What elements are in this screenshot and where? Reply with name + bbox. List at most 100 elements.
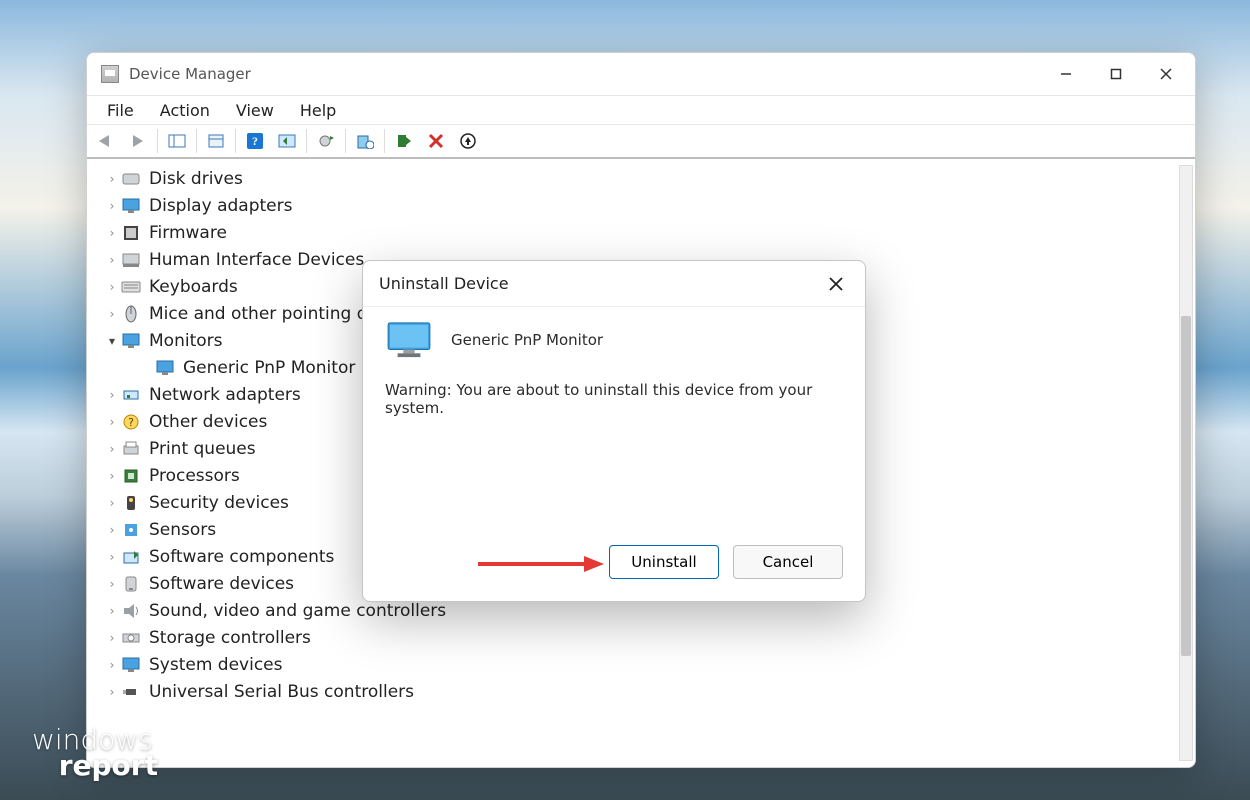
chevron-right-icon[interactable]: › [103, 469, 121, 483]
dialog-warning: Warning: You are about to uninstall this… [385, 381, 843, 417]
tree-label: Universal Serial Bus controllers [149, 682, 414, 702]
svg-text:?: ? [252, 134, 258, 148]
chevron-right-icon[interactable]: › [103, 604, 121, 618]
tree-label: Software components [149, 547, 334, 567]
menu-view[interactable]: View [224, 99, 286, 122]
category-icon [121, 493, 141, 513]
category-icon [121, 682, 141, 702]
category-icon [121, 196, 141, 216]
scrollbar[interactable] [1179, 165, 1193, 761]
scan-hardware-button[interactable] [455, 128, 481, 154]
tree-label: Print queues [149, 439, 256, 459]
tree-item[interactable]: › System devices [103, 651, 1195, 678]
category-icon [121, 655, 141, 675]
category-icon [121, 385, 141, 405]
tree-item[interactable]: › Universal Serial Bus controllers [103, 678, 1195, 705]
chevron-right-icon[interactable]: › [103, 658, 121, 672]
tree-label: Sensors [149, 520, 216, 540]
window-title: Device Manager [129, 65, 1041, 83]
disable-device-button[interactable] [423, 128, 449, 154]
chevron-right-icon[interactable]: › [103, 253, 121, 267]
chevron-right-icon[interactable]: › [103, 550, 121, 564]
category-icon [121, 520, 141, 540]
tree-label: Keyboards [149, 277, 238, 297]
category-icon [121, 466, 141, 486]
properties-button[interactable] [203, 128, 229, 154]
tree-label: Human Interface Devices [149, 250, 364, 270]
scrollbar-thumb[interactable] [1181, 316, 1191, 656]
uninstall-device-button[interactable] [352, 128, 378, 154]
uninstall-button[interactable]: Uninstall [609, 545, 719, 579]
category-icon [121, 601, 141, 621]
tree-label: Security devices [149, 493, 289, 513]
category-icon [121, 277, 141, 297]
tree-label: Network adapters [149, 385, 301, 405]
tree-label: Disk drives [149, 169, 243, 189]
dialog-close-button[interactable] [823, 271, 849, 297]
chevron-right-icon[interactable]: › [103, 280, 121, 294]
category-icon [121, 547, 141, 567]
scan-button[interactable] [274, 128, 300, 154]
tree-label: Sound, video and game controllers [149, 601, 446, 621]
tree-item[interactable]: › Display adapters [103, 192, 1195, 219]
tree-item[interactable]: › Storage controllers [103, 624, 1195, 651]
back-button[interactable] [93, 128, 119, 154]
chevron-right-icon[interactable]: › [103, 685, 121, 699]
chevron-right-icon[interactable]: › [103, 631, 121, 645]
chevron-right-icon[interactable]: › [103, 307, 121, 321]
chevron-right-icon[interactable]: › [103, 577, 121, 591]
cancel-button[interactable]: Cancel [733, 545, 843, 579]
tree-label: Other devices [149, 412, 267, 432]
chevron-right-icon[interactable]: › [103, 172, 121, 186]
monitor-icon [385, 321, 433, 359]
menubar: File Action View Help [87, 95, 1195, 125]
chevron-right-icon[interactable]: › [103, 226, 121, 240]
tree-label: Generic PnP Monitor [183, 358, 355, 378]
watermark: windows report [32, 727, 158, 780]
toolbar: ? [87, 125, 1195, 159]
annotation-arrow-icon [476, 554, 606, 574]
chevron-right-icon[interactable]: › [103, 496, 121, 510]
tree-item[interactable]: › Firmware [103, 219, 1195, 246]
menu-action[interactable]: Action [148, 99, 222, 122]
svg-text:?: ? [128, 416, 134, 429]
category-icon: ? [121, 412, 141, 432]
category-icon [121, 331, 141, 351]
maximize-button[interactable] [1091, 53, 1141, 95]
category-icon [121, 628, 141, 648]
tree-item[interactable]: › Disk drives [103, 165, 1195, 192]
chevron-right-icon[interactable]: › [103, 199, 121, 213]
minimize-button[interactable] [1041, 53, 1091, 95]
category-icon [121, 304, 141, 324]
monitor-icon [155, 358, 175, 378]
tree-label: Monitors [149, 331, 222, 351]
help-button[interactable]: ? [242, 128, 268, 154]
menu-help[interactable]: Help [288, 99, 348, 122]
chevron-right-icon[interactable]: › [103, 415, 121, 429]
chevron-down-icon[interactable]: ▾ [103, 334, 121, 348]
dialog-device-name: Generic PnP Monitor [451, 331, 603, 349]
chevron-right-icon[interactable]: › [103, 388, 121, 402]
tree-label: System devices [149, 655, 283, 675]
category-icon [121, 223, 141, 243]
update-driver-button[interactable] [313, 128, 339, 154]
tree-label: Processors [149, 466, 240, 486]
chevron-right-icon[interactable]: › [103, 523, 121, 537]
dialog-title: Uninstall Device [379, 274, 509, 293]
tree-label: Display adapters [149, 196, 292, 216]
chevron-right-icon[interactable]: › [103, 442, 121, 456]
forward-button[interactable] [125, 128, 151, 154]
tree-label: Firmware [149, 223, 227, 243]
category-icon [121, 574, 141, 594]
dialog-titlebar: Uninstall Device [363, 261, 865, 307]
tree-label: Software devices [149, 574, 294, 594]
category-icon [121, 439, 141, 459]
category-icon [121, 169, 141, 189]
menu-file[interactable]: File [95, 99, 146, 122]
category-icon [121, 250, 141, 270]
show-hide-tree-button[interactable] [164, 128, 190, 154]
tree-label: Storage controllers [149, 628, 311, 648]
close-button[interactable] [1141, 53, 1191, 95]
enable-device-button[interactable] [391, 128, 417, 154]
uninstall-dialog: Uninstall Device Generic PnP Monitor War… [362, 260, 866, 602]
